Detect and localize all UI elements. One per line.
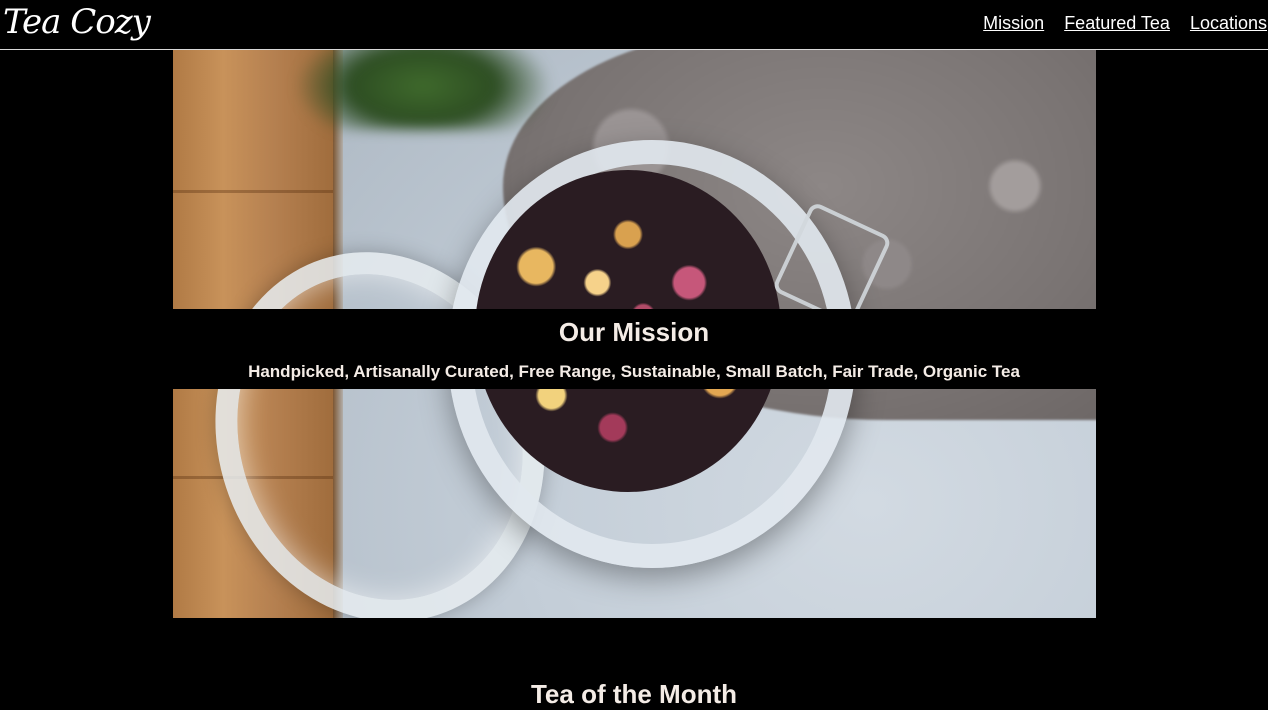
tea-of-the-month-title: Tea of the Month	[530, 679, 738, 709]
main-nav: Mission Featured Tea Locations	[963, 12, 1267, 34]
mission-title: Our Mission	[558, 317, 710, 347]
nav-link-featured-tea[interactable]: Featured Tea	[1064, 12, 1170, 34]
nav-link-mission[interactable]: Mission	[983, 12, 1044, 34]
logo[interactable]: Tea Cozy	[3, 0, 151, 44]
plant-leaves	[293, 50, 553, 130]
mission-text: Handpicked, Artisanally Curated, Free Ra…	[248, 362, 1020, 381]
site-header: Tea Cozy Mission Featured Tea Locations	[0, 0, 1268, 50]
nav-link-locations[interactable]: Locations	[1190, 12, 1267, 34]
